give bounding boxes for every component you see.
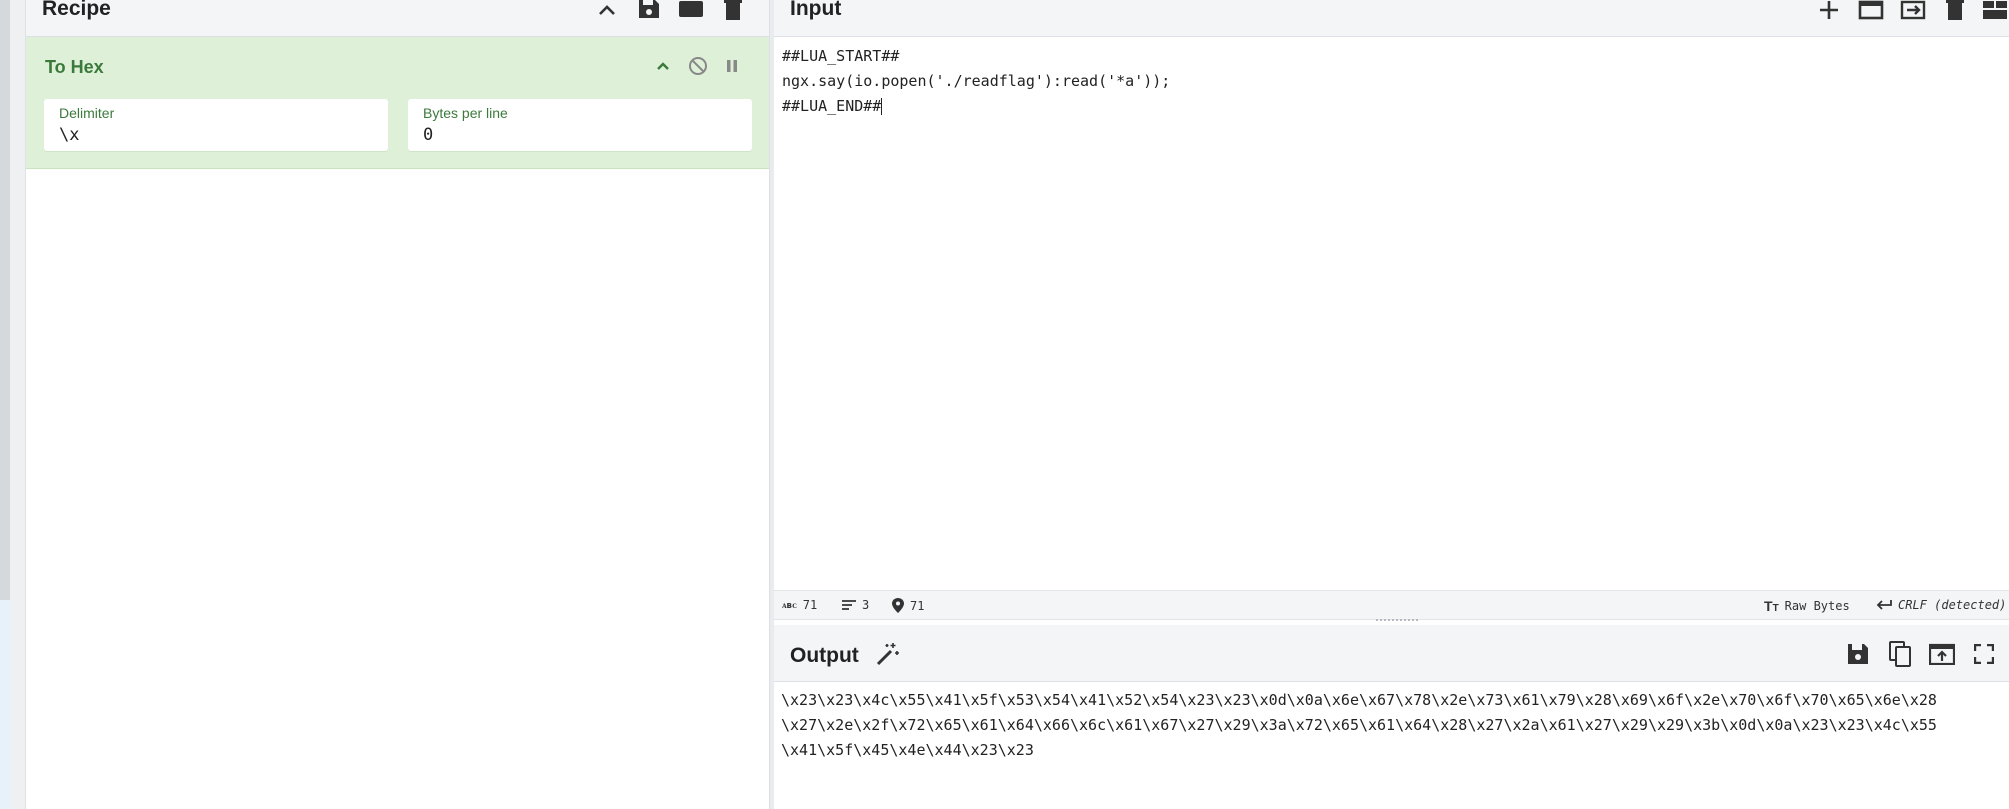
lines-icon bbox=[842, 600, 856, 610]
recipe-title: Recipe bbox=[42, 0, 111, 20]
operation-to-hex[interactable]: To Hex Delimiter \x Bytes per line 0 bbox=[26, 37, 769, 169]
bytes-per-line-field[interactable]: Bytes per line 0 bbox=[408, 99, 752, 151]
operation-title: To Hex bbox=[45, 57, 104, 77]
left-divider[interactable] bbox=[10, 0, 26, 809]
position-stat: 71 bbox=[892, 598, 924, 613]
delimiter-value[interactable]: \x bbox=[59, 125, 79, 145]
chevron-up-icon[interactable] bbox=[594, 0, 620, 20]
lines-stat: 3 bbox=[842, 598, 869, 612]
save-icon[interactable] bbox=[1843, 639, 1873, 669]
input-line: ngx.say(io.popen('./readflag'):read('*a'… bbox=[782, 72, 1171, 90]
text-caret bbox=[881, 98, 883, 115]
recipe-header: Recipe bbox=[26, 0, 769, 37]
text-size-icon: TT bbox=[1764, 598, 1779, 614]
encoding-value: Raw Bytes bbox=[1784, 599, 1850, 613]
pause-icon[interactable] bbox=[719, 53, 745, 79]
input-status-bar: ᴀʙᴄ 71 3 71 TT Raw Bytes CRLF (detected) bbox=[774, 590, 2009, 620]
bytes-per-line-label: Bytes per line bbox=[423, 105, 508, 121]
length-value: 71 bbox=[802, 598, 818, 612]
layout-icon[interactable] bbox=[1982, 0, 2008, 20]
import-icon[interactable] bbox=[1900, 0, 1926, 20]
replace-input-icon[interactable] bbox=[1927, 639, 1957, 669]
length-stat: ᴀʙᴄ 71 bbox=[782, 598, 817, 612]
chevron-up-icon[interactable] bbox=[650, 53, 676, 79]
delimiter-label: Delimiter bbox=[59, 105, 115, 121]
window-icon[interactable] bbox=[1858, 0, 1884, 20]
left-edge-strip bbox=[0, 0, 10, 600]
bytes-per-line-value[interactable]: 0 bbox=[423, 125, 433, 145]
input-line: ##LUA_START## bbox=[782, 47, 900, 65]
save-icon[interactable] bbox=[636, 0, 662, 20]
recipe-pane: Recipe To Hex Delimiter \x Bytes per lin… bbox=[26, 0, 770, 809]
position-value: 71 bbox=[910, 598, 925, 613]
output-pane: Output \x23\x23\x4c\x55\x41\x5f\x53\x54\… bbox=[774, 625, 2009, 809]
input-header: Input bbox=[774, 0, 2009, 37]
maximize-icon[interactable] bbox=[1969, 639, 1999, 669]
trash-icon[interactable] bbox=[720, 0, 746, 20]
output-editor[interactable]: \x23\x23\x4c\x55\x41\x5f\x53\x54\x41\x52… bbox=[781, 688, 1937, 763]
abc-icon: ᴀʙᴄ bbox=[782, 600, 797, 611]
output-header: Output bbox=[774, 625, 2009, 682]
input-editor[interactable]: ##LUA_START## ngx.say(io.popen('./readfl… bbox=[782, 44, 1170, 119]
input-title: Input bbox=[790, 0, 842, 20]
folder-icon[interactable] bbox=[678, 0, 704, 20]
eol-value: CRLF (detected) bbox=[1898, 598, 2007, 612]
output-line: \x27\x2e\x2f\x72\x65\x61\x64\x66\x6c\x61… bbox=[781, 716, 1937, 734]
trash-icon[interactable] bbox=[1942, 0, 1968, 20]
magic-wand-icon[interactable] bbox=[873, 639, 903, 669]
encoding-selector[interactable]: TT Raw Bytes bbox=[1764, 598, 1850, 614]
input-pane: Input ##LUA_START## ngx.say(io.popen('./… bbox=[774, 0, 2009, 620]
input-line: ##LUA_END## bbox=[782, 97, 882, 115]
plus-icon[interactable] bbox=[1816, 0, 1842, 20]
output-line: \x23\x23\x4c\x55\x41\x5f\x53\x54\x41\x52… bbox=[781, 691, 1937, 709]
left-edge-strip-lower bbox=[0, 600, 10, 809]
location-pin-icon bbox=[892, 598, 904, 613]
copy-icon[interactable] bbox=[1885, 639, 1915, 669]
output-line: \x41\x5f\x45\x4e\x44\x23\x23 bbox=[781, 741, 1034, 759]
eol-selector[interactable]: CRLF (detected) bbox=[1876, 598, 2006, 612]
return-arrow-icon bbox=[1876, 600, 1892, 610]
disable-icon[interactable] bbox=[685, 53, 711, 79]
output-title: Output bbox=[790, 644, 859, 667]
lines-value: 3 bbox=[862, 598, 870, 612]
delimiter-field[interactable]: Delimiter \x bbox=[44, 99, 388, 151]
